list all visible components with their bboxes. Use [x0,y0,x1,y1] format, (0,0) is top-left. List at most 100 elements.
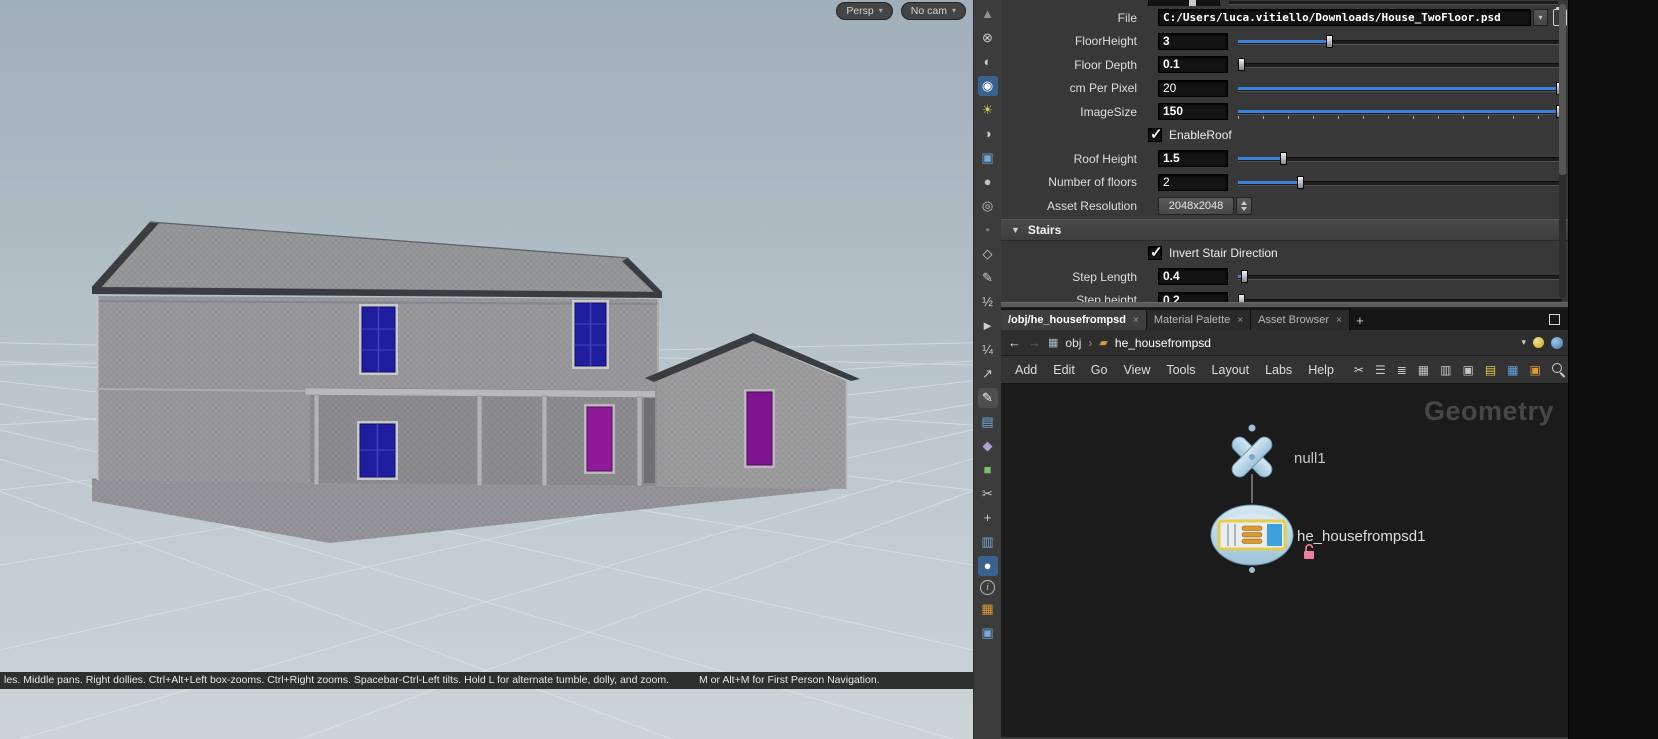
step-length-field[interactable]: 0.4 [1158,268,1228,286]
crosshair-icon[interactable]: + [978,508,998,528]
camera-selector-button[interactable]: No cam ▾ [900,2,966,20]
menu-layout[interactable]: Layout [1204,360,1258,380]
breadcrumb-current[interactable]: he_housefrompsd [1115,336,1211,350]
network-canvas[interactable]: Geometry null1 he_housefrompsd1 [1001,384,1568,737]
map-pin-icon[interactable]: ● [977,556,998,576]
new-tab-button[interactable]: + [1350,310,1370,330]
scene-viewport[interactable]: Persp ▾ No cam ▾ les. Middle pans. Right… [0,0,973,739]
viewport-help-bar: les. Middle pans. Right dollies. Ctrl+Al… [0,672,973,689]
roof-height-field[interactable]: 1.5 [1158,150,1228,168]
globe-icon[interactable] [1551,336,1563,349]
floorheight-field[interactable]: 3 [1158,32,1228,50]
wire-shade-icon[interactable]: ◎ [978,196,998,216]
list-icon[interactable]: ☰ [1375,364,1386,376]
slider-handle[interactable] [1241,270,1249,284]
parameter-scrollbar[interactable] [1559,4,1566,298]
spinner-arrows-icon[interactable] [1236,196,1252,215]
snapshot-monitor-icon[interactable]: ▣ [978,623,998,643]
node-he-housefrompsd1[interactable]: he_housefrompsd1 [1210,504,1425,573]
favorites-icon[interactable] [1533,337,1544,348]
scissors-icon[interactable]: ✂ [978,484,998,504]
view-perspective-button[interactable]: Persp ▾ [836,2,893,20]
reflection-icon[interactable]: ◆ [978,436,998,456]
lights-off-icon[interactable]: ⊗ [978,28,998,48]
image-plane-icon[interactable]: ▤ [978,412,998,432]
invert-stair-direction-checkbox[interactable] [1148,243,1163,261]
menu-labs[interactable]: Labs [1257,360,1300,380]
cm-per-pixel-slider[interactable] [1238,80,1563,97]
input-connector-dot[interactable] [1248,424,1256,432]
detail-view-icon[interactable]: ▥ [1440,364,1451,376]
wireframe-icon[interactable]: ◇ [978,244,998,264]
search-icon[interactable] [1551,362,1566,377]
grid-view-icon[interactable]: ▦ [1418,364,1429,376]
diagonal-arrow-icon[interactable]: ↗ [978,364,998,384]
step-height-slider[interactable] [1238,292,1562,302]
scrollbar-thumb[interactable] [1559,4,1566,175]
node-null1[interactable]: null1 [1229,434,1326,480]
hdr-monitor-icon[interactable]: ▣ [978,148,998,168]
normal-lighting-icon[interactable]: ◉ [977,76,998,96]
menu-help[interactable]: Help [1300,360,1342,380]
close-icon[interactable]: × [1133,315,1139,326]
info-icon[interactable]: i [980,580,995,595]
export-pane-icon[interactable]: ▣ [1462,364,1473,376]
roof-height-slider[interactable] [1238,150,1562,167]
smooth-shading-icon[interactable]: ● [978,172,998,192]
close-icon[interactable]: × [1237,315,1243,326]
high-quality-lighting-icon[interactable]: ☀ [978,100,998,120]
menu-edit[interactable]: Edit [1045,360,1083,380]
back-icon[interactable]: ← [1008,335,1021,350]
slider-handle[interactable] [1280,152,1288,166]
step-height-field[interactable]: 0.2 [1158,291,1228,302]
imagesize-slider[interactable] [1238,103,1563,120]
tab-asset-browser[interactable]: Asset Browser × [1251,310,1350,330]
slider-handle[interactable] [1238,293,1246,302]
slider-handle[interactable] [1296,175,1304,189]
floor-depth-field[interactable]: 0.1 [1158,56,1228,74]
imagesize-label: ImageSize [1080,104,1137,119]
floorheight-slider[interactable] [1238,33,1562,50]
menu-view[interactable]: View [1115,360,1158,380]
enableroof-checkbox[interactable] [1148,125,1163,143]
pointer-icon[interactable]: ► [978,316,998,336]
tab-network-path[interactable]: /obj/he_housefrompsd × [1001,310,1147,330]
tree-list-icon[interactable]: ≣ [1397,364,1407,376]
shadows-icon[interactable]: ◑ [978,124,998,144]
path-history-dropdown-icon[interactable]: ▾ [1521,337,1526,348]
pane-maximize-icon[interactable] [1549,314,1560,325]
tab-material-palette[interactable]: Material Palette × [1146,310,1252,330]
cm-per-pixel-field[interactable]: 20 [1158,79,1228,97]
palette-icon[interactable]: ▦ [1507,364,1518,376]
slider-handle[interactable] [1238,58,1246,72]
close-icon[interactable]: × [1336,315,1342,326]
scroll-up-icon[interactable]: ▲ [978,4,998,24]
breadcrumb-obj[interactable]: obj [1065,336,1081,350]
pencil-icon[interactable]: ✎ [978,268,998,288]
menu-go[interactable]: Go [1083,360,1116,380]
notes-icon[interactable]: ▤ [1485,364,1496,376]
color-grid-icon[interactable]: ▦ [978,599,998,619]
step-length-slider[interactable] [1238,268,1562,285]
slider-handle[interactable] [1325,34,1333,48]
menu-add[interactable]: Add [1007,360,1045,380]
file-path-field[interactable]: C:/Users/luca.vitiello/Downloads/House_T… [1158,9,1531,27]
asset-resolution-dropdown[interactable]: 2048x2048 [1158,196,1234,215]
headlight-icon[interactable]: ◐ [978,52,998,72]
geometry-cube-icon[interactable]: ■ [978,460,998,480]
floor-depth-slider[interactable] [1238,56,1562,73]
unlock-icon[interactable] [1304,544,1314,559]
paint-brush-icon[interactable]: ✎ [977,388,998,408]
imagesize-field[interactable]: 150 [1158,103,1228,121]
file-dropdown-button[interactable]: ▾ [1533,9,1548,27]
half-res-icon[interactable]: ½ [978,292,998,312]
wire-scissors-icon[interactable]: ✂ [1354,364,1364,376]
forward-icon[interactable]: → [1028,335,1041,350]
shelf-icon[interactable]: ▣ [1530,364,1541,376]
stairs-section-header[interactable]: ▼ Stairs [1001,218,1568,241]
menu-tools[interactable]: Tools [1158,360,1203,380]
quarter-res-icon[interactable]: ¼ [978,340,998,360]
texture-icon[interactable]: ▥ [978,532,998,552]
number-of-floors-field[interactable]: 2 [1158,173,1228,191]
number-of-floors-slider[interactable] [1238,174,1562,191]
